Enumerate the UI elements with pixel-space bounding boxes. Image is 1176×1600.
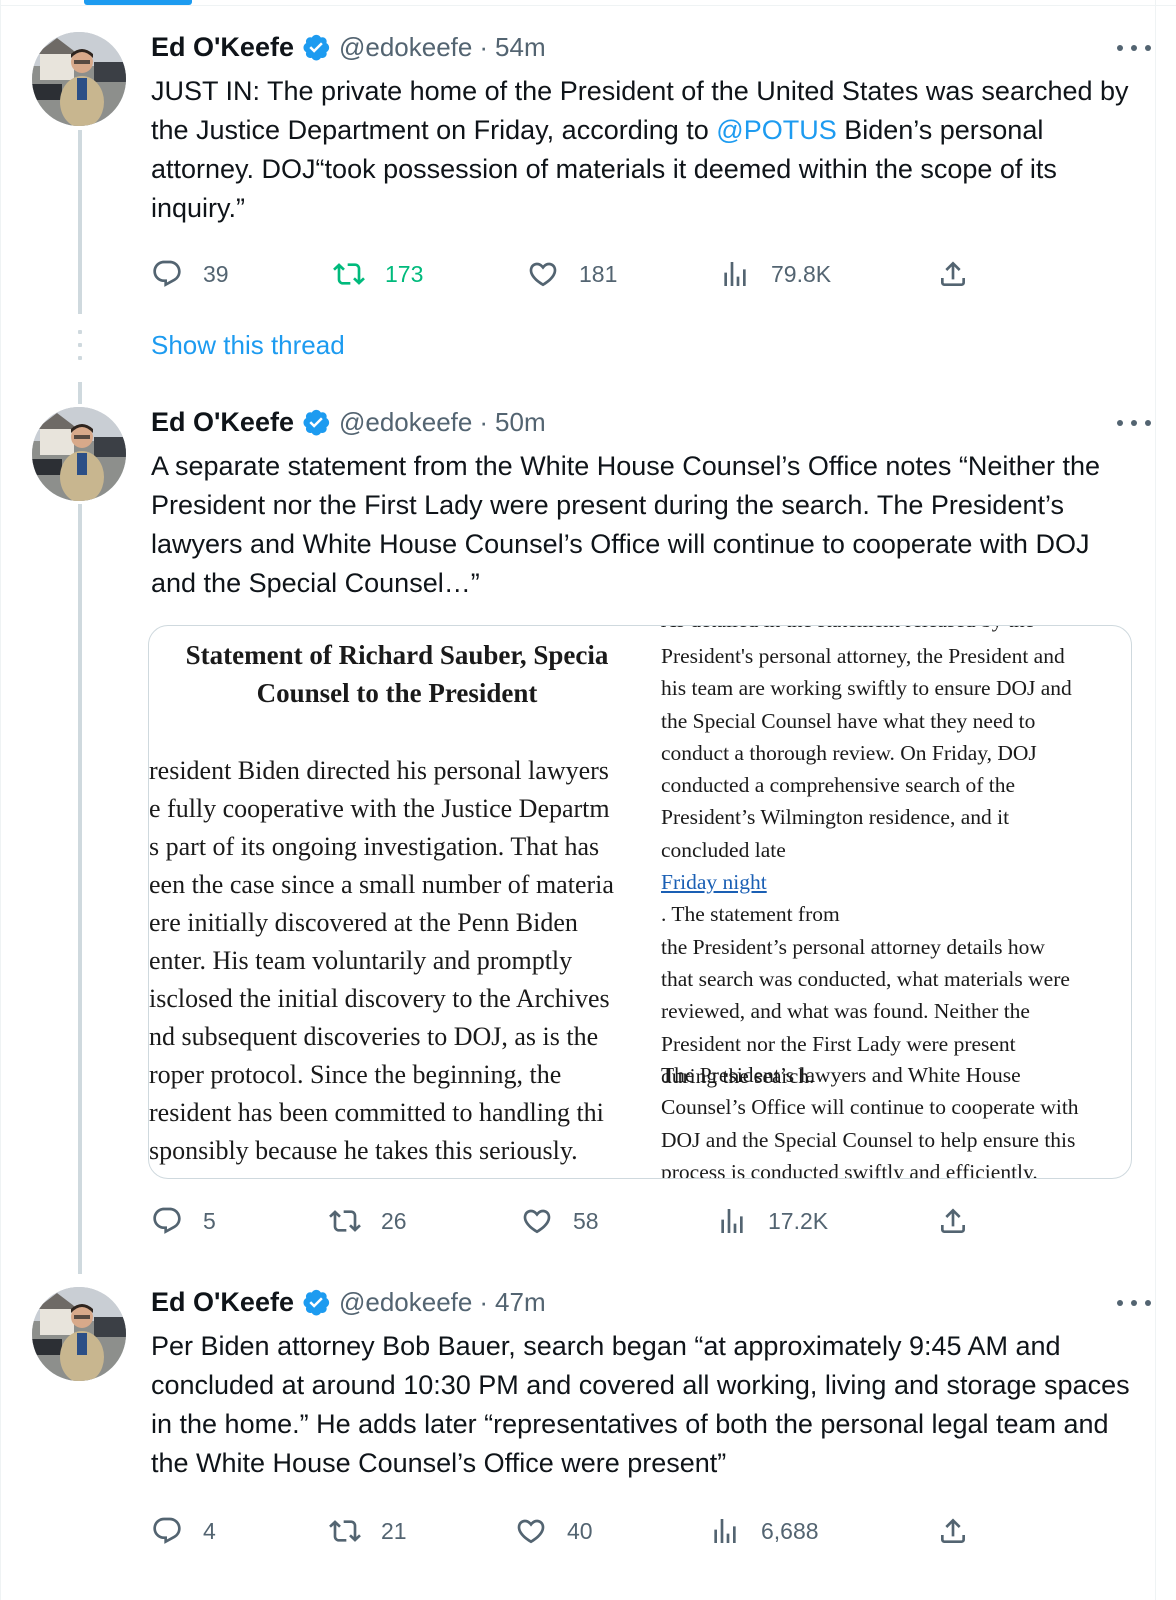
statement-title: Statement of Richard Sauber, Specia Coun… — [185, 640, 609, 708]
tweet-text: A separate statement from the White Hous… — [151, 451, 1100, 598]
mention-link[interactable]: @POTUS — [716, 115, 836, 145]
like-count: 40 — [567, 1517, 593, 1544]
heart-icon — [529, 262, 557, 287]
attached-statement-image[interactable]: Statement of Richard Sauber, Specia Coun… — [148, 625, 1132, 1179]
statement-paragraph-1: President's personal attorney, the Presi… — [661, 644, 1072, 1088]
avatar[interactable] — [32, 32, 126, 126]
author-name[interactable]: Ed O'Keefe — [151, 32, 294, 63]
separator-dot: · — [479, 406, 489, 437]
statement-cut-line: As detailed in the statement released by… — [661, 626, 1131, 636]
thread-line — [78, 382, 82, 404]
heart-icon — [517, 1519, 545, 1544]
tweet-header: Ed O'Keefe @edokeefe · 47m — [151, 1285, 1141, 1319]
share-icon — [941, 261, 965, 286]
reply-button[interactable]: 39 — [151, 254, 229, 294]
more-options-icon[interactable] — [1117, 413, 1151, 433]
timestamp[interactable]: 54m — [495, 32, 546, 63]
reply-icon — [153, 1517, 181, 1544]
retweet-button[interactable]: 173 — [333, 254, 423, 294]
timestamp[interactable]: 47m — [495, 1287, 546, 1318]
views-chart-icon — [714, 1519, 736, 1543]
verified-badge-icon — [303, 1289, 330, 1316]
views-count: 6,688 — [761, 1517, 819, 1544]
retweet-icon — [329, 1210, 361, 1232]
retweet-icon — [333, 263, 365, 285]
retweet-button[interactable]: 21 — [329, 1511, 407, 1551]
share-button[interactable] — [937, 1511, 989, 1551]
like-button[interactable]: 181 — [527, 254, 617, 294]
author-handle[interactable]: @edokeefe — [339, 1287, 472, 1318]
author-handle[interactable]: @edokeefe — [339, 32, 472, 63]
more-options-icon[interactable] — [1117, 1293, 1151, 1313]
timestamp[interactable]: 50m — [495, 407, 546, 438]
retweet-icon — [329, 1520, 361, 1542]
statement-left-column: Statement of Richard Sauber, Specia Coun… — [149, 626, 645, 1178]
avatar[interactable] — [32, 1287, 126, 1381]
share-button[interactable] — [937, 254, 989, 294]
reply-count: 5 — [203, 1207, 216, 1234]
like-count: 58 — [573, 1207, 599, 1234]
top-bar — [0, 0, 1176, 6]
share-icon — [941, 1208, 965, 1233]
reply-button[interactable]: 5 — [151, 1201, 216, 1241]
thread-line — [78, 504, 82, 1274]
retweet-count: 173 — [385, 260, 424, 287]
retweet-button[interactable]: 26 — [329, 1201, 407, 1241]
show-thread-link[interactable]: Show this thread — [151, 330, 345, 361]
tweet-actions: 5 26 58 17.2K — [151, 1201, 1141, 1241]
views-chart-icon — [721, 1209, 743, 1233]
tweet-header: Ed O'Keefe @edokeefe · 54m — [151, 30, 1141, 64]
top-divider — [0, 5, 1176, 6]
thread-line — [78, 130, 82, 314]
share-icon — [941, 1518, 965, 1543]
reply-count: 4 — [203, 1517, 216, 1544]
heart-icon — [523, 1209, 551, 1234]
share-button[interactable] — [937, 1201, 989, 1241]
tweet-actions: 39 173 181 79.8K — [151, 254, 1141, 294]
reply-icon — [153, 1207, 181, 1234]
right-border — [1155, 0, 1156, 1600]
views-button[interactable]: 6,688 — [709, 1511, 819, 1551]
friday-night-link[interactable]: Friday night — [661, 870, 767, 894]
separator-dot: · — [479, 31, 489, 62]
retweet-count: 21 — [381, 1517, 407, 1544]
reply-icon — [153, 260, 181, 287]
author-handle[interactable]: @edokeefe — [339, 407, 472, 438]
reply-button[interactable]: 4 — [151, 1511, 216, 1551]
views-chart-icon — [724, 262, 746, 286]
thread-gap-dots — [78, 330, 82, 369]
like-button[interactable]: 40 — [515, 1511, 593, 1551]
statement-paragraph-2: The President’s lawyers and White House … — [661, 1063, 1079, 1178]
like-button[interactable]: 58 — [521, 1201, 599, 1241]
views-count: 79.8K — [771, 260, 832, 287]
verified-badge-icon — [303, 34, 330, 61]
separator-dot: · — [479, 1286, 489, 1317]
author-name[interactable]: Ed O'Keefe — [151, 407, 294, 438]
retweet-count: 26 — [381, 1207, 407, 1234]
verified-badge-icon — [303, 409, 330, 436]
author-name[interactable]: Ed O'Keefe — [151, 1287, 294, 1318]
tweet-actions: 4 21 40 6,688 — [151, 1511, 1141, 1551]
statement-left-body: resident Biden directed his personal law… — [149, 756, 614, 1165]
tweet-text: Per Biden attorney Bob Bauer, search beg… — [151, 1331, 1130, 1478]
views-button[interactable]: 17.2K — [716, 1201, 828, 1241]
views-count: 17.2K — [768, 1207, 829, 1234]
avatar[interactable] — [32, 407, 126, 501]
statement-right-column: As detailed in the statement released by… — [661, 626, 1131, 1178]
views-button[interactable]: 79.8K — [719, 254, 831, 294]
reply-count: 39 — [203, 260, 229, 287]
tweet-text: JUST IN: The private home of the Preside… — [151, 76, 1129, 223]
more-options-icon[interactable] — [1117, 38, 1151, 58]
like-count: 181 — [579, 260, 618, 287]
tweet-header: Ed O'Keefe @edokeefe · 50m — [151, 405, 1141, 439]
left-border — [0, 0, 1, 1600]
